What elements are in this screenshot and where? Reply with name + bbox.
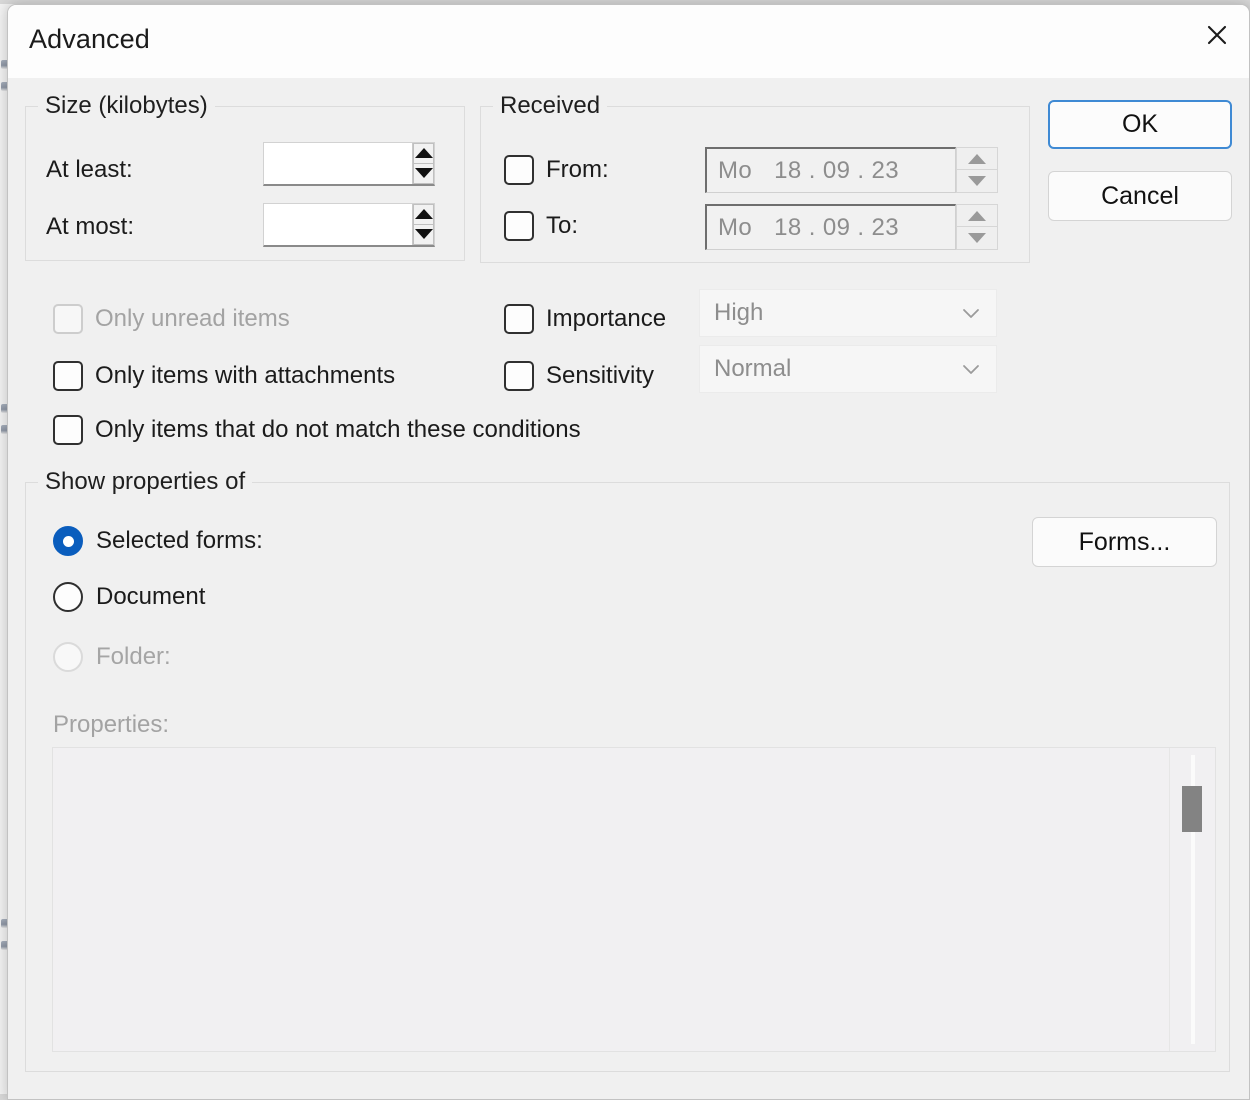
cancel-button[interactable]: Cancel [1048,171,1232,221]
sensitivity-checkbox[interactable]: Sensitivity [504,361,654,391]
arrow-down-icon [968,233,986,243]
at-least-spinner[interactable] [263,142,435,186]
received-to-spinner-buttons [956,204,998,250]
radio-folder-label: Folder: [96,643,171,670]
at-most-spinner[interactable] [263,203,435,247]
radio-selected-forms[interactable]: Selected forms: [53,526,263,556]
received-to-increment-button[interactable] [956,204,998,227]
properties-label: Properties: [53,711,170,738]
checkbox-box [504,155,534,185]
received-to-date-value: 18 . 09 . 23 [774,213,900,241]
ok-button[interactable]: OK [1048,100,1232,149]
received-from-date-value: 18 . 09 . 23 [774,156,900,184]
properties-listbox[interactable] [52,747,1216,1052]
received-from-date-field[interactable]: Mo 18 . 09 . 23 [705,147,956,193]
received-to-label: To: [546,212,579,239]
radio-circle [53,642,83,672]
only-items-not-matching-checkbox[interactable]: Only items that do not match these condi… [53,415,581,445]
scrollbar-thumb[interactable] [1182,786,1202,832]
received-to-weekday: Mo [718,213,753,241]
vertical-scrollbar[interactable] [1169,748,1215,1051]
radio-folder[interactable]: Folder: [53,642,171,672]
received-from-checkbox[interactable]: From: [504,155,609,185]
only-unread-items-checkbox[interactable]: Only unread items [53,304,290,334]
at-least-decrement-button[interactable] [413,163,434,184]
arrow-down-icon [968,176,986,186]
received-to-checkbox[interactable]: To: [504,211,578,241]
received-from-weekday: Mo [718,156,753,184]
received-to-datepicker[interactable]: Mo 18 . 09 . 23 [705,204,998,250]
arrow-up-icon [968,153,986,164]
only-items-with-attachments-label: Only items with attachments [95,362,396,389]
received-from-decrement-button[interactable] [956,170,998,193]
only-unread-items-label: Only unread items [95,305,290,332]
at-most-decrement-button[interactable] [413,224,434,245]
received-from-label: From: [546,156,609,183]
arrow-down-icon [414,168,433,179]
checkbox-box [53,415,83,445]
checkbox-box [53,304,83,334]
at-least-spinner-buttons [412,143,434,184]
arrow-up-icon [968,210,986,221]
sensitivity-dropdown-value: Normal [714,355,792,382]
size-group-legend: Size (kilobytes) [38,92,215,120]
advanced-dialog: Advanced Size (kilobytes) At least: At m… [7,4,1250,1100]
radio-selected-forms-label: Selected forms: [96,527,263,554]
received-from-datepicker[interactable]: Mo 18 . 09 . 23 [705,147,998,193]
importance-dropdown-value: High [714,299,764,326]
checkbox-box [504,211,534,241]
close-icon[interactable] [1185,5,1249,65]
at-least-label: At least: [46,156,133,183]
at-least-increment-button[interactable] [413,143,434,164]
sensitivity-dropdown[interactable]: Normal [699,345,997,393]
arrow-up-icon [414,209,433,220]
dialog-titlebar: Advanced [8,5,1249,78]
received-to-decrement-button[interactable] [956,227,998,250]
radio-circle [53,526,83,556]
at-most-increment-button[interactable] [413,204,434,225]
dialog-title: Advanced [29,24,150,54]
received-from-spinner-buttons [956,147,998,193]
at-most-spinner-buttons [412,204,434,245]
received-group-legend: Received [493,92,608,120]
sensitivity-label: Sensitivity [546,362,655,389]
at-most-label: At most: [46,213,135,240]
only-items-with-attachments-checkbox[interactable]: Only items with attachments [53,361,395,391]
radio-document[interactable]: Document [53,582,205,612]
importance-checkbox[interactable]: Importance [504,304,666,334]
checkbox-box [53,361,83,391]
received-from-increment-button[interactable] [956,147,998,170]
radio-circle [53,582,83,612]
chevron-down-icon [963,309,979,318]
arrow-down-icon [414,229,433,240]
importance-dropdown[interactable]: High [699,289,997,337]
at-least-input[interactable] [264,143,413,184]
arrow-up-icon [414,148,433,159]
checkbox-box [504,361,534,391]
show-properties-group-legend: Show properties of [38,468,253,496]
received-to-date-field[interactable]: Mo 18 . 09 . 23 [705,204,956,250]
importance-label: Importance [546,305,667,332]
checkbox-box [504,304,534,334]
only-items-not-matching-label: Only items that do not match these condi… [95,416,581,443]
at-most-input[interactable] [264,204,413,245]
forms-button[interactable]: Forms... [1032,517,1217,567]
chevron-down-icon [963,365,979,374]
radio-document-label: Document [96,583,206,610]
